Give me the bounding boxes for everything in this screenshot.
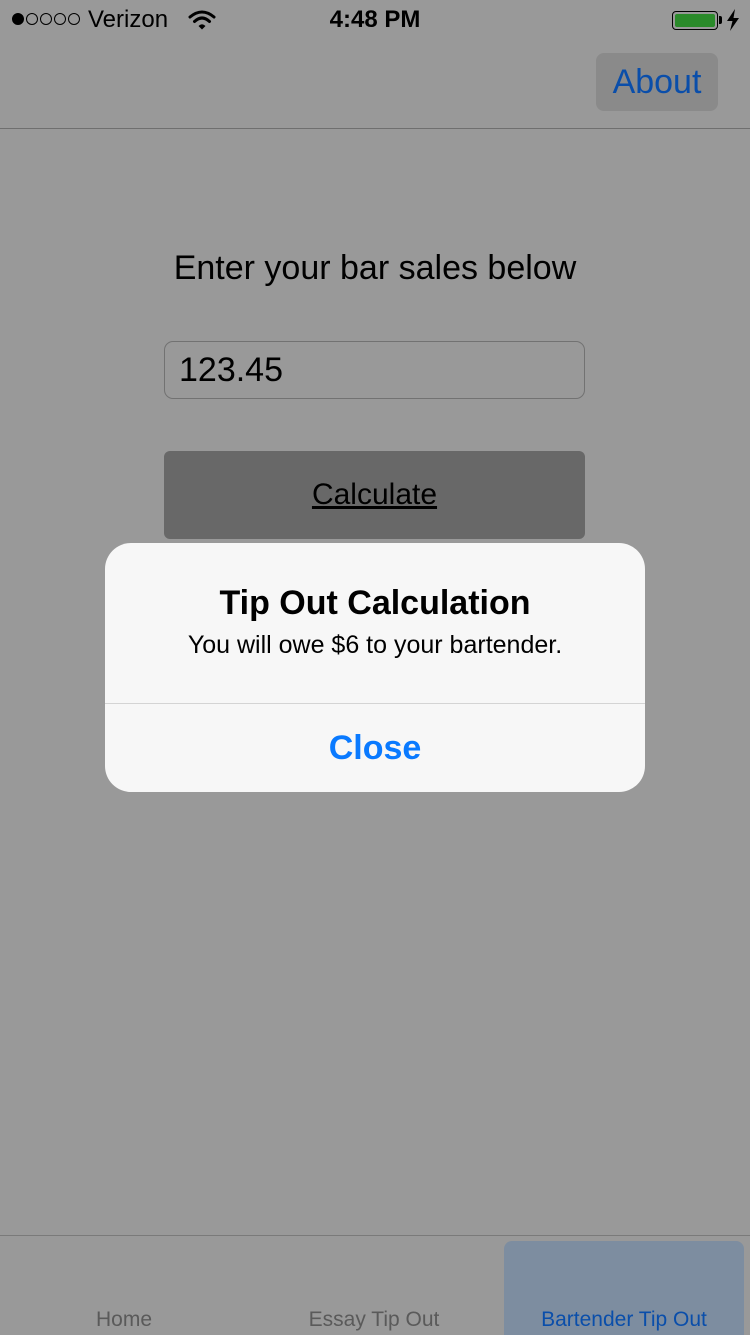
calculate-button[interactable]: Calculate xyxy=(164,451,585,539)
tab-home[interactable]: Home xyxy=(4,1236,244,1335)
tab-bar: Home Essay Tip Out Bartender Tip Out xyxy=(0,1235,750,1335)
status-time: 4:48 PM xyxy=(329,6,421,33)
navigation-bar: About xyxy=(0,40,750,129)
tab-bartender-tip-out-label: Bartender Tip Out xyxy=(541,1308,707,1331)
alert-message: You will owe $6 to your bartender. xyxy=(187,631,563,659)
tab-bartender-tip-out[interactable]: Bartender Tip Out xyxy=(504,1241,744,1335)
sales-prompt-label: Enter your bar sales below xyxy=(173,249,577,287)
battery-tip xyxy=(719,16,722,24)
battery-icon xyxy=(672,11,718,30)
tab-home-label: Home xyxy=(95,1308,153,1331)
tab-essay-tip-out[interactable]: Essay Tip Out xyxy=(254,1236,494,1335)
bar-sales-input[interactable] xyxy=(164,341,585,399)
tab-essay-tip-out-label: Essay Tip Out xyxy=(308,1308,440,1331)
status-bar: Verizon 4:48 PM xyxy=(0,0,750,40)
about-button[interactable]: About xyxy=(596,53,718,111)
tip-out-alert: Tip Out Calculation You will owe $6 to y… xyxy=(105,543,645,792)
alert-title: Tip Out Calculation xyxy=(219,584,531,622)
alert-close-button[interactable]: Close xyxy=(105,704,645,792)
charging-bolt-icon xyxy=(727,9,739,31)
